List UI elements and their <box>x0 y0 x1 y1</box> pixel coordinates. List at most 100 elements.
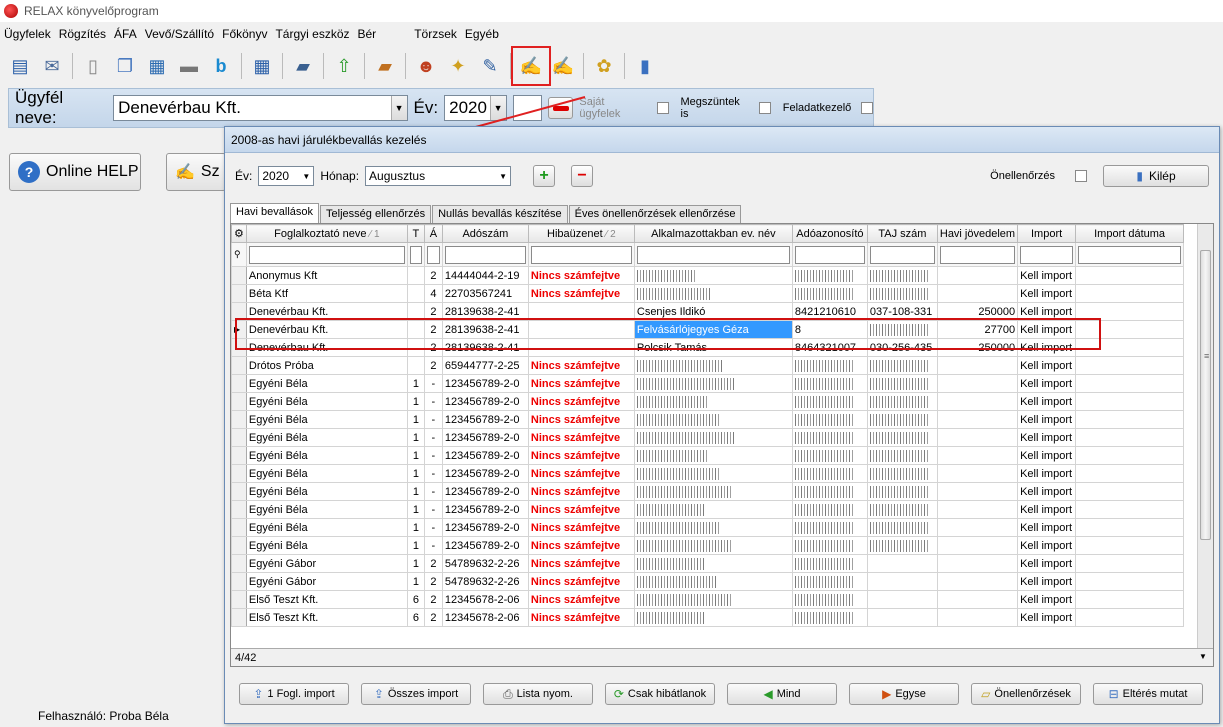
table-row[interactable]: Egyéni Béla 1-123456789-2-0 Nincs számfejt… <box>231 392 1185 411</box>
exit-button[interactable]: ▮ Kilép <box>1103 165 1209 187</box>
magic-wand-icon[interactable]: ✦ <box>444 52 472 80</box>
calculator-icon[interactable]: ▦ <box>143 52 171 80</box>
cell-employer-name[interactable]: Egyéni Béla <box>245 446 408 465</box>
cell-import[interactable]: Kell import <box>1017 554 1077 573</box>
cell-import-date[interactable] <box>1075 572 1185 591</box>
cell-t[interactable] <box>406 320 425 339</box>
client-card-icon[interactable]: ▤ <box>6 52 34 80</box>
sort-ascending-icon[interactable]: ⇧ <box>330 52 358 80</box>
cell-a[interactable]: - <box>423 410 443 429</box>
cell-taj-number[interactable] <box>866 518 938 537</box>
cell-taj-number[interactable] <box>866 482 938 501</box>
cell-t[interactable]: 1 <box>406 554 425 573</box>
cell-import-date[interactable] <box>1075 446 1185 465</box>
client-select[interactable]: Denevérbau Kft. ▼ <box>113 95 408 121</box>
cell-tax-number[interactable]: 123456789-2-0 <box>441 428 529 447</box>
header-error-message[interactable]: Hibaüzenet ⁄ 2 <box>527 224 635 243</box>
chevron-down-icon[interactable]: ▼ <box>1199 652 1209 662</box>
cell-employee-name[interactable] <box>633 590 793 609</box>
monthly-tax-declaration-icon[interactable]: ✍ <box>511 46 551 86</box>
cell-tax-id[interactable] <box>791 518 868 537</box>
cell-a[interactable]: - <box>423 428 443 447</box>
cell-tax-number[interactable]: 123456789-2-0 <box>441 500 529 519</box>
menu-targyi-eszkoz[interactable]: Tárgyi eszköz <box>271 27 353 41</box>
tab-monthly-declarations[interactable]: Havi bevallások <box>230 203 320 223</box>
cell-tax-number[interactable]: 65944777-2-25 <box>441 356 529 375</box>
cell-a[interactable]: - <box>423 374 443 393</box>
cell-t[interactable]: 1 <box>406 482 425 501</box>
row-indicator[interactable] <box>231 266 247 285</box>
cell-tax-id[interactable] <box>791 536 868 555</box>
table-row[interactable]: Denevérbau Kft. 2 28139638-2-41 Csenjes Ild… <box>231 302 1185 321</box>
copy-document-icon[interactable]: ❐ <box>111 52 139 80</box>
cell-error-message[interactable]: Nincs számfejtve <box>527 410 635 429</box>
menu-ber[interactable]: Bér <box>354 27 381 41</box>
filter-binoculars-icon[interactable]: ⚲ <box>231 242 247 267</box>
cell-error-message[interactable]: Nincs számfejtve <box>527 428 635 447</box>
annual-declaration-icon[interactable]: ✍ <box>549 52 577 80</box>
table-row[interactable]: Első Teszt Kft. 6 2 12345678-2-06 Nincs szám… <box>231 590 1185 609</box>
cell-employer-name[interactable]: Egyéni Béla <box>245 536 408 555</box>
cell-employer-name[interactable]: Egyéni Gábor <box>245 554 408 573</box>
cell-t[interactable]: 6 <box>406 608 425 627</box>
row-indicator[interactable]: ▶ <box>231 320 247 339</box>
table-row[interactable]: Egyéni Béla 1-123456789-2-0 Nincs számfejt… <box>231 518 1185 537</box>
cell-taj-number[interactable] <box>866 446 938 465</box>
cell-employee-name[interactable]: Polcsik Tamás <box>633 338 793 357</box>
cell-tax-number[interactable]: 28139638-2-41 <box>441 320 529 339</box>
scrollbar-thumb[interactable]: ≡ <box>1200 250 1211 540</box>
cell-import[interactable]: Kell import <box>1017 572 1077 591</box>
cell-import[interactable]: Kell import <box>1017 446 1077 465</box>
cell-error-message[interactable]: Nincs számfejtve <box>527 482 635 501</box>
chevron-down-icon[interactable]: ▼ <box>390 96 407 120</box>
cell-import[interactable]: Kell import <box>1017 410 1077 429</box>
cell-import[interactable]: Kell import <box>1017 338 1077 357</box>
cell-a[interactable]: 2 <box>423 608 443 627</box>
row-indicator[interactable] <box>231 482 247 501</box>
header-tax-id[interactable]: Adóazonosító <box>791 224 868 243</box>
show-difference-button[interactable]: ⊟ Eltérés mutat <box>1093 683 1203 705</box>
cell-monthly-income[interactable] <box>936 464 1019 483</box>
cell-tax-number[interactable]: 123456789-2-0 <box>441 464 529 483</box>
cell-employer-name[interactable]: Drótos Próba <box>245 356 408 375</box>
row-indicator[interactable] <box>231 302 247 321</box>
table-row[interactable]: Egyéni Béla 1-123456789-2-0 Nincs számfejt… <box>231 482 1185 501</box>
table-row[interactable]: Egyéni Béla 1-123456789-2-0 Nincs számfejt… <box>231 428 1185 447</box>
cell-monthly-income[interactable] <box>936 590 1019 609</box>
cell-employee-name[interactable] <box>633 464 793 483</box>
cell-import[interactable]: Kell import <box>1017 302 1077 321</box>
chevron-down-icon[interactable]: ▼ <box>496 167 510 185</box>
cell-tax-id[interactable]: 8464321007 <box>791 338 868 357</box>
remove-button[interactable] <box>548 97 574 119</box>
cell-taj-number[interactable] <box>866 608 938 627</box>
cell-t[interactable] <box>406 338 425 357</box>
self-checks-button[interactable]: ▱ Önellenőrzések <box>971 683 1081 705</box>
cell-tax-id[interactable] <box>791 266 868 285</box>
menu-vevo-szallito[interactable]: Vevő/Szállító <box>141 27 218 41</box>
header-t[interactable]: T <box>406 224 425 243</box>
cell-tax-id[interactable] <box>791 446 868 465</box>
menu-egyeb[interactable]: Egyéb <box>461 27 503 41</box>
header-a[interactable]: Á <box>423 224 443 243</box>
table-row[interactable]: Egyéni Béla 1-123456789-2-0 Nincs számfejt… <box>231 410 1185 429</box>
cell-tax-number[interactable]: 123456789-2-0 <box>441 392 529 411</box>
chevron-down-icon[interactable]: ▼ <box>489 96 506 120</box>
single-employer-import-button[interactable]: ⇪ 1 Fogl. import <box>239 683 349 705</box>
header-tax-number[interactable]: Adószám <box>441 224 529 243</box>
cell-monthly-income[interactable] <box>936 284 1019 303</box>
cell-import[interactable]: Kell import <box>1017 266 1077 285</box>
filter-import-date[interactable] <box>1075 242 1185 267</box>
cell-t[interactable] <box>406 284 425 303</box>
cell-t[interactable]: 1 <box>406 446 425 465</box>
cell-employee-name[interactable] <box>633 410 793 429</box>
cell-t[interactable]: 1 <box>406 518 425 537</box>
cell-monthly-income[interactable] <box>936 536 1019 555</box>
cell-taj-number[interactable] <box>866 590 938 609</box>
cell-a[interactable]: - <box>423 446 443 465</box>
cell-import-date[interactable] <box>1075 482 1185 501</box>
cell-monthly-income[interactable] <box>936 554 1019 573</box>
cell-employee-name[interactable] <box>633 608 793 627</box>
row-indicator[interactable] <box>231 590 247 609</box>
cell-tax-number[interactable]: 123456789-2-0 <box>441 536 529 555</box>
filter-tax-id[interactable] <box>791 242 868 267</box>
